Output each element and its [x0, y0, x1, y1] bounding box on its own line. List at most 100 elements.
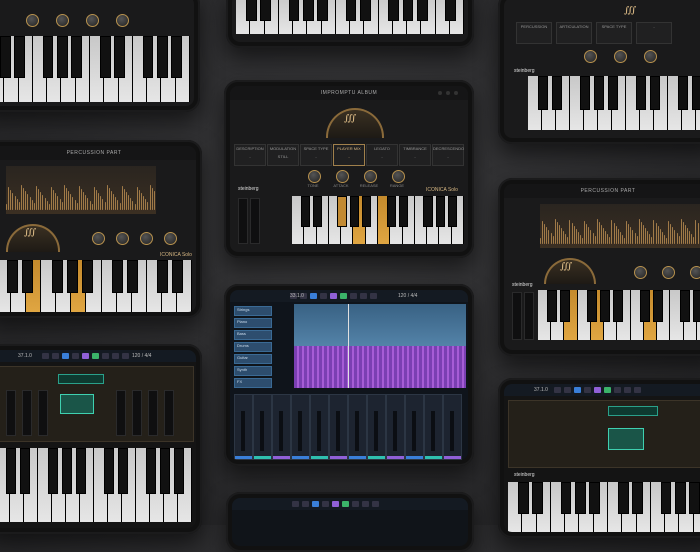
black-key[interactable]: [560, 290, 570, 322]
track-header[interactable]: Synth: [234, 366, 272, 376]
knob-range[interactable]: [164, 232, 177, 245]
channel-fader[interactable]: [336, 411, 340, 451]
knob-release[interactable]: [140, 232, 153, 245]
black-key[interactable]: [661, 482, 672, 514]
black-key[interactable]: [346, 0, 357, 21]
black-key[interactable]: [171, 36, 182, 78]
param-box[interactable]: SPACE TYPE-: [300, 144, 332, 166]
keyboard[interactable]: [528, 76, 700, 130]
track-header[interactable]: Guitar: [234, 354, 272, 364]
black-key[interactable]: [48, 448, 58, 494]
oscillator-display[interactable]: [60, 394, 94, 414]
black-key[interactable]: [653, 290, 663, 322]
transport-button[interactable]: [62, 353, 69, 359]
param-box[interactable]: LEGATO-: [366, 144, 398, 166]
black-key[interactable]: [20, 448, 30, 494]
mod-wheel[interactable]: [524, 292, 534, 340]
channel-fader[interactable]: [431, 411, 435, 451]
transport-button[interactable]: [614, 387, 621, 393]
transport-button[interactable]: [310, 293, 317, 299]
transport-button[interactable]: [340, 293, 347, 299]
black-key[interactable]: [532, 482, 543, 514]
transport-button[interactable]: [362, 501, 369, 507]
black-key[interactable]: [640, 290, 650, 322]
transport-button[interactable]: [574, 387, 581, 393]
preset-header[interactable]: PERCUSSION PART: [504, 184, 700, 198]
transport-button[interactable]: [342, 501, 349, 507]
black-key[interactable]: [518, 482, 529, 514]
help-icon[interactable]: [446, 91, 450, 95]
channel-fader[interactable]: [355, 411, 359, 451]
channel-fader[interactable]: [298, 411, 302, 451]
knob[interactable]: [56, 14, 69, 27]
black-key[interactable]: [692, 76, 700, 110]
transport-button[interactable]: [370, 293, 377, 299]
black-key[interactable]: [146, 448, 156, 494]
param-box[interactable]: DECRESCENDO-: [432, 144, 464, 166]
pitch-wheel[interactable]: [238, 198, 248, 244]
keyboard[interactable]: [0, 448, 192, 522]
black-key[interactable]: [613, 290, 623, 322]
transport-button[interactable]: [564, 387, 571, 393]
rack-fader[interactable]: [132, 390, 142, 436]
black-key[interactable]: [100, 36, 111, 78]
transport-button[interactable]: [292, 501, 299, 507]
black-key[interactable]: [143, 36, 154, 78]
black-key[interactable]: [260, 0, 271, 21]
mixer-channel[interactable]: [310, 394, 329, 460]
black-key[interactable]: [423, 196, 432, 227]
mixer-channel[interactable]: [234, 394, 253, 460]
transport-button[interactable]: [350, 293, 357, 299]
black-key[interactable]: [388, 0, 399, 21]
rack-fader[interactable]: [22, 390, 32, 436]
black-key[interactable]: [76, 448, 86, 494]
param-box[interactable]: -: [636, 22, 672, 44]
black-key[interactable]: [22, 260, 33, 293]
black-key[interactable]: [650, 76, 660, 110]
knob[interactable]: [644, 50, 657, 63]
knob[interactable]: [86, 14, 99, 27]
black-key[interactable]: [445, 0, 456, 21]
black-key[interactable]: [71, 36, 82, 78]
mixer-channel[interactable]: [367, 394, 386, 460]
keyboard[interactable]: [0, 36, 190, 102]
keyboard[interactable]: [292, 196, 464, 244]
param-box[interactable]: MODULATIONSTILL: [267, 144, 299, 166]
transport-button[interactable]: [322, 501, 329, 507]
black-key[interactable]: [436, 196, 445, 227]
black-key[interactable]: [448, 196, 457, 227]
black-key[interactable]: [587, 290, 597, 322]
black-key[interactable]: [317, 0, 328, 21]
black-key[interactable]: [104, 448, 114, 494]
mixer-channel[interactable]: [291, 394, 310, 460]
black-key[interactable]: [608, 76, 618, 110]
black-key[interactable]: [350, 196, 359, 227]
black-key[interactable]: [7, 260, 18, 293]
transport-button[interactable]: [320, 293, 327, 299]
channel-fader[interactable]: [241, 411, 245, 451]
black-key[interactable]: [580, 76, 590, 110]
settings-icon[interactable]: [438, 91, 442, 95]
transport-button[interactable]: [92, 353, 99, 359]
black-key[interactable]: [417, 0, 428, 21]
param-box[interactable]: ARTICULATION: [556, 22, 592, 44]
rack-fader[interactable]: [6, 390, 16, 436]
black-key[interactable]: [360, 0, 371, 21]
black-key[interactable]: [362, 196, 371, 227]
mixer-channel[interactable]: [348, 394, 367, 460]
black-key[interactable]: [552, 76, 562, 110]
black-key[interactable]: [174, 448, 184, 494]
black-key[interactable]: [403, 0, 414, 21]
preset-header[interactable]: IMPROMPTU ALBUM: [230, 86, 468, 100]
knob-attack[interactable]: [662, 266, 675, 279]
knob-tone[interactable]: [634, 266, 647, 279]
transport-button[interactable]: [112, 353, 119, 359]
black-key[interactable]: [313, 196, 322, 227]
track-header[interactable]: Strings: [234, 306, 272, 316]
param-box[interactable]: TIMBRANCE-: [399, 144, 431, 166]
black-key[interactable]: [399, 196, 408, 227]
transport-button[interactable]: [634, 387, 641, 393]
knob-tone[interactable]: [92, 232, 105, 245]
transport-button[interactable]: [330, 293, 337, 299]
param-box[interactable]: SPACE TYPE: [596, 22, 632, 44]
